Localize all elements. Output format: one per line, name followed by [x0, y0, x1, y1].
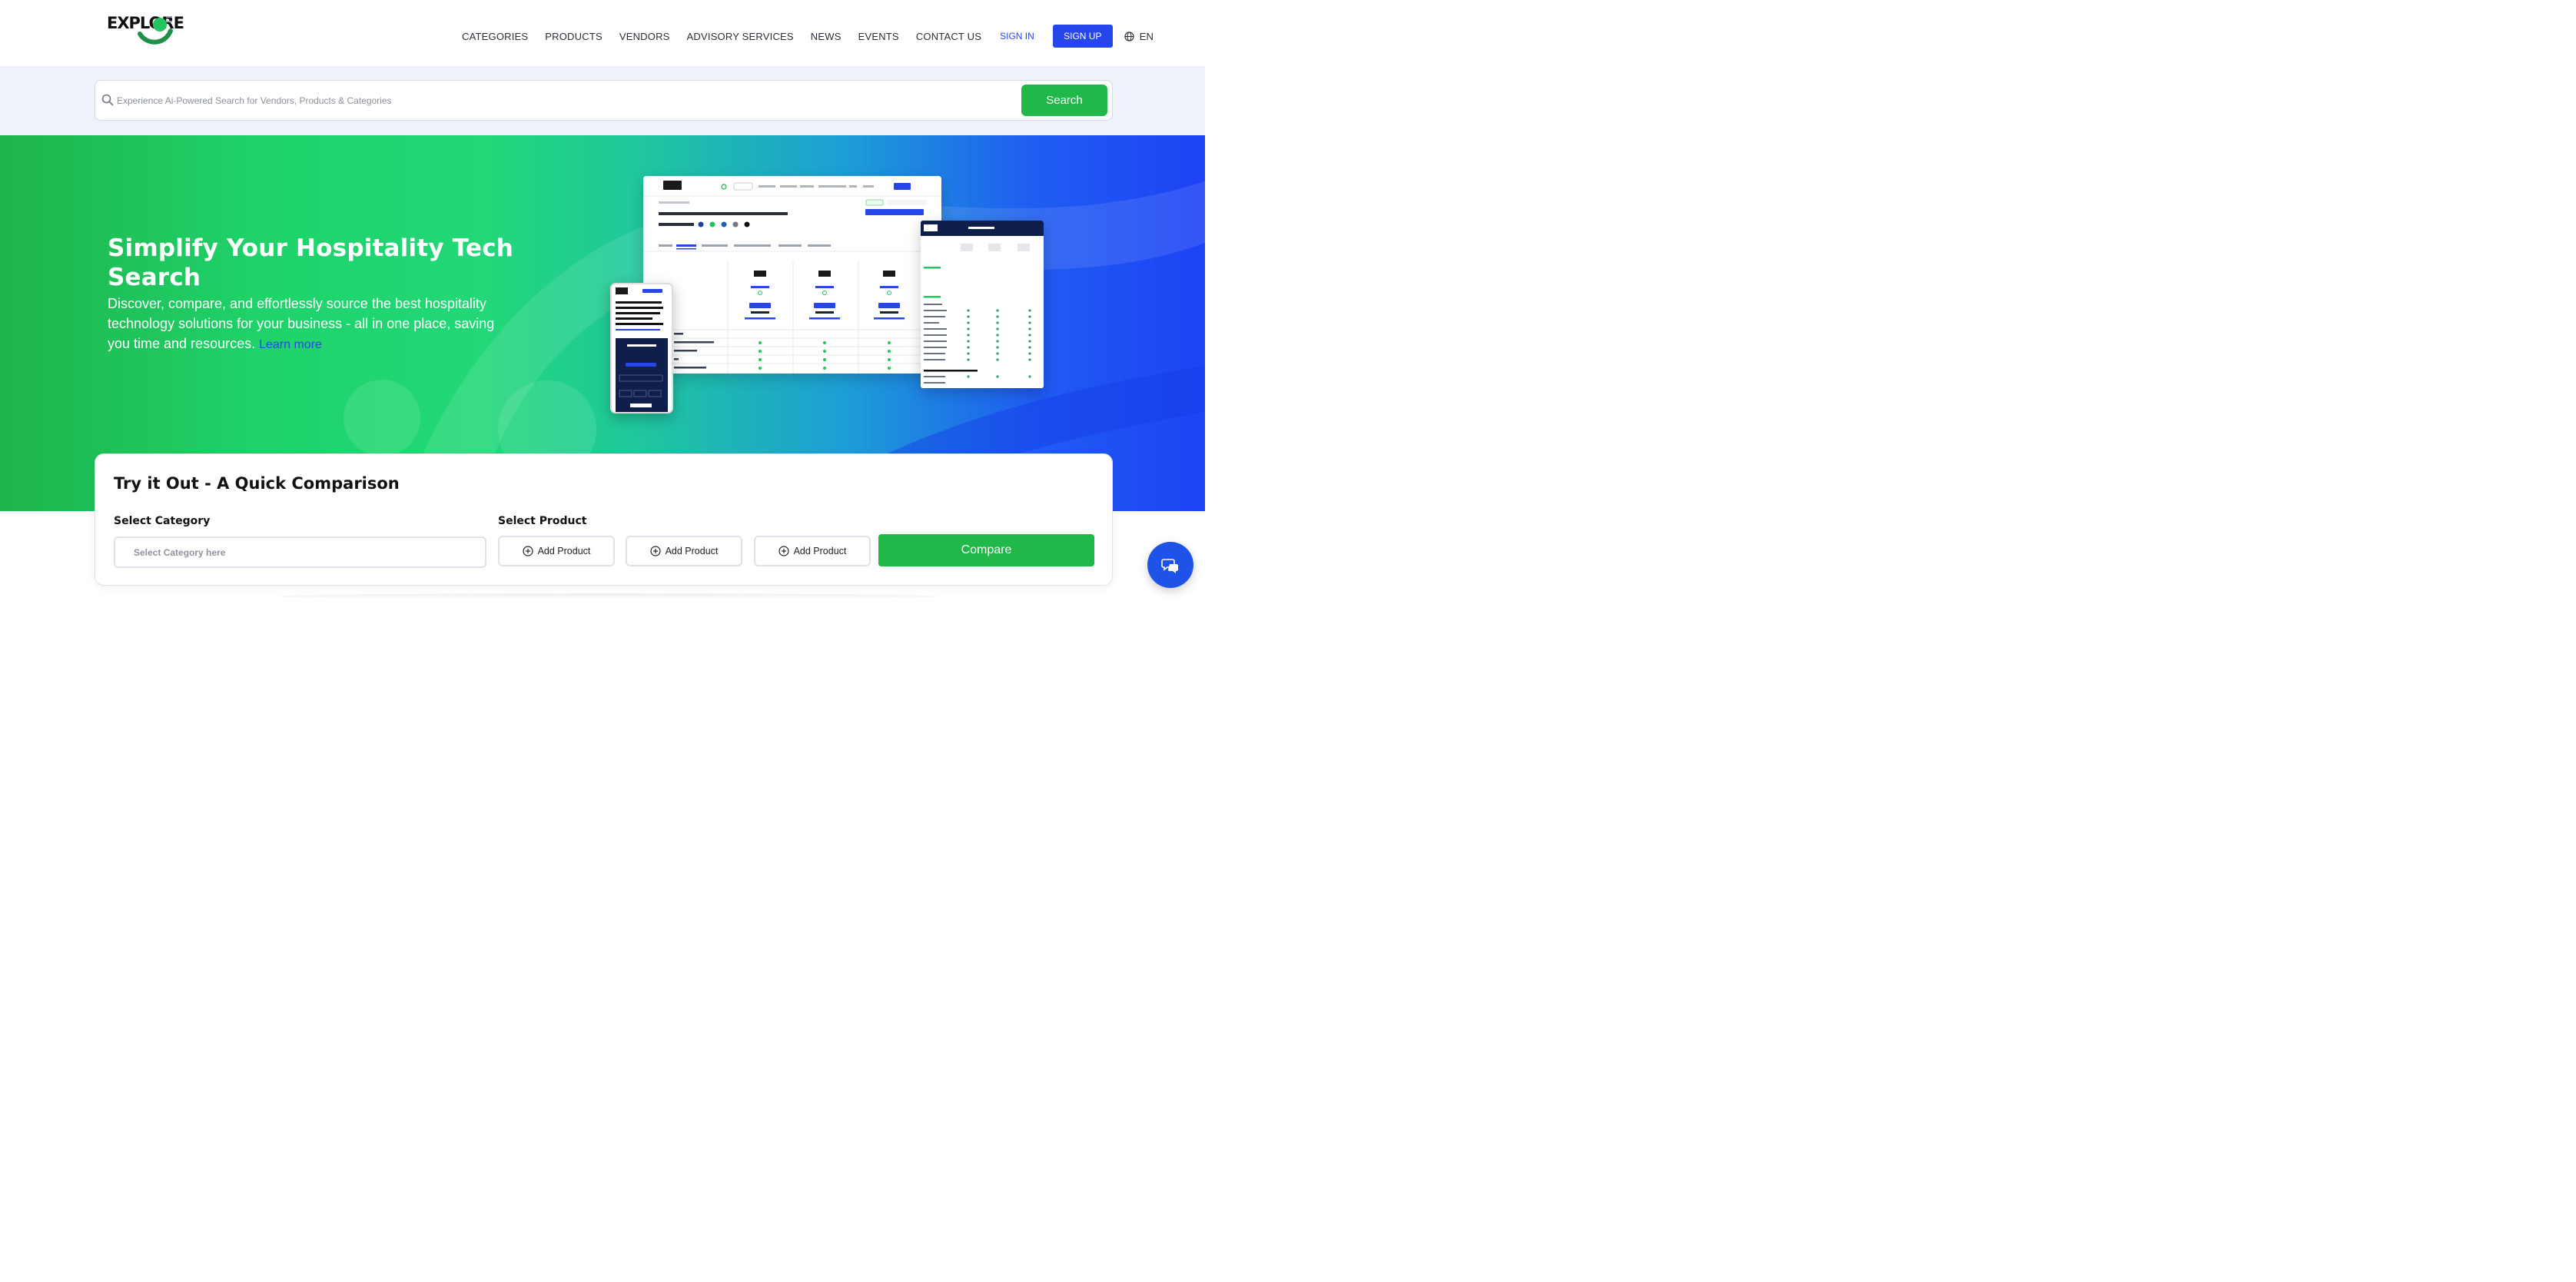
add-product-button-2[interactable]: Add Product: [626, 536, 742, 566]
category-input[interactable]: [114, 536, 486, 568]
learn-more-link[interactable]: Learn more: [259, 338, 322, 351]
add-product-label: Add Product: [665, 546, 719, 556]
add-product-label: Add Product: [537, 546, 591, 556]
sign-in-link[interactable]: SIGN IN: [1000, 31, 1034, 42]
comparison-mockup-desktop: [643, 176, 941, 374]
select-product-label: Select Product: [498, 515, 587, 527]
site-header: EXPLORE CATEGORIES PRODUCTS VENDORS ADVI…: [0, 0, 1205, 66]
hero-subtitle: Discover, compare, and effortlessly sour…: [108, 294, 500, 355]
search-icon: [101, 94, 114, 106]
nav-products[interactable]: PRODUCTS: [545, 31, 603, 42]
nav-vendors[interactable]: VENDORS: [619, 31, 670, 42]
select-category-label: Select Category: [114, 515, 211, 527]
add-product-button-1[interactable]: Add Product: [498, 536, 615, 566]
quick-comparison-card: Try it Out - A Quick Comparison Select C…: [95, 453, 1113, 586]
mockup-desktop-image: [643, 176, 941, 374]
plus-circle-icon: [778, 546, 789, 556]
comparison-mockup-details: [921, 221, 1044, 388]
sign-up-button[interactable]: SIGN UP: [1052, 25, 1113, 48]
quick-comparison-title: Try it Out - A Quick Comparison: [114, 474, 400, 493]
plus-circle-icon: [649, 546, 661, 556]
chat-widget-button[interactable]: [1147, 542, 1193, 588]
plus-circle-icon: [522, 546, 533, 556]
compare-button[interactable]: Compare: [878, 534, 1094, 566]
add-product-label: Add Product: [793, 546, 847, 556]
mockup-details-image: [921, 221, 1044, 388]
mockup-phone-image: [612, 284, 672, 412]
logo-mark-icon: [138, 16, 173, 45]
search-button[interactable]: Search: [1021, 85, 1107, 116]
nav-contact-us[interactable]: CONTACT US: [916, 31, 981, 42]
hero-title: Simplify Your Hospitality Tech Search: [108, 234, 514, 291]
search-bar: Search: [95, 80, 1113, 121]
logo[interactable]: EXPLORE: [106, 11, 184, 49]
section-divider-shadow: [277, 593, 938, 599]
globe-icon: [1124, 31, 1134, 42]
nav-events[interactable]: EVENTS: [858, 31, 899, 42]
language-label: EN: [1139, 30, 1154, 42]
search-input[interactable]: [117, 88, 1016, 113]
language-selector[interactable]: EN: [1124, 31, 1154, 42]
nav-news[interactable]: NEWS: [811, 31, 842, 42]
add-product-button-3[interactable]: Add Product: [754, 536, 871, 566]
main-nav: CATEGORIES PRODUCTS VENDORS ADVISORY SER…: [462, 25, 1154, 48]
comparison-mockup-phone: [610, 283, 673, 413]
chat-icon: [1161, 559, 1178, 573]
nav-advisory-services[interactable]: ADVISORY SERVICES: [687, 31, 794, 42]
nav-categories[interactable]: CATEGORIES: [462, 31, 528, 42]
